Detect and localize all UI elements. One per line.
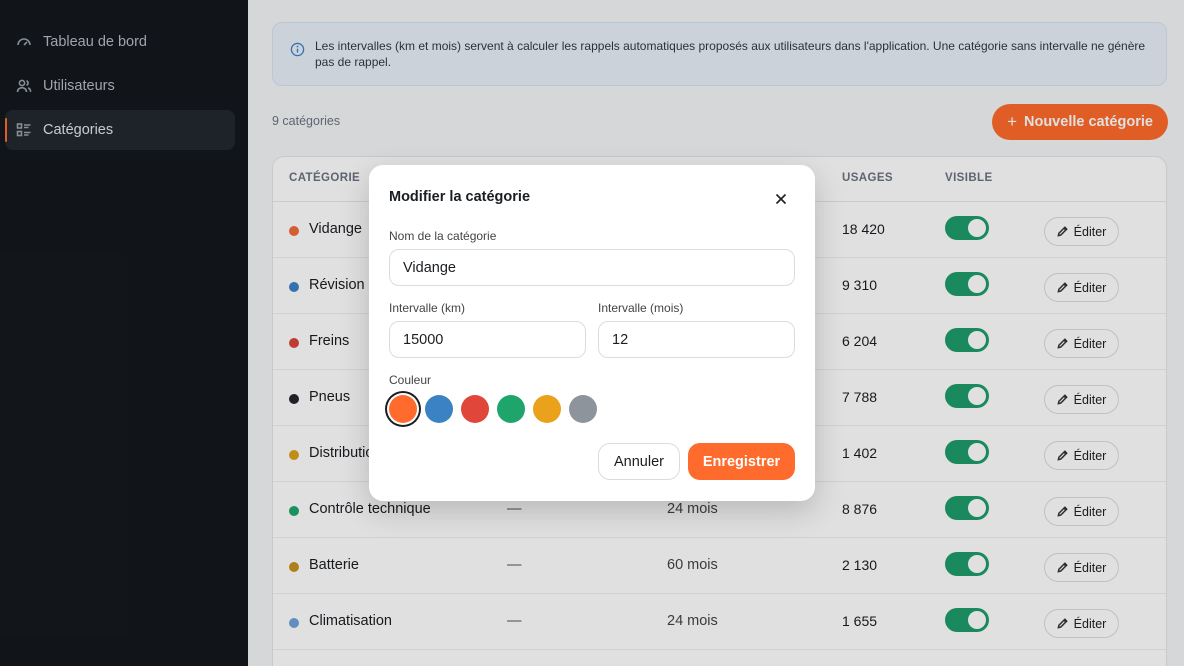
color-swatch[interactable]: [461, 395, 489, 423]
color-swatch[interactable]: [389, 395, 417, 423]
modal-title: Modifier la catégorie: [389, 189, 531, 205]
close-icon[interactable]: [773, 191, 789, 207]
mois-input[interactable]: 12: [598, 321, 795, 358]
cancel-button[interactable]: Annuler: [598, 443, 680, 480]
save-button[interactable]: Enregistrer: [688, 443, 795, 480]
km-label: Intervalle (km): [389, 301, 466, 315]
km-input[interactable]: 15000: [389, 321, 586, 358]
color-label: Couleur: [389, 373, 432, 387]
mois-label: Intervalle (mois): [598, 301, 684, 315]
name-label: Nom de la catégorie: [389, 229, 497, 243]
color-swatch[interactable]: [497, 395, 525, 423]
color-swatch[interactable]: [533, 395, 561, 423]
edit-category-modal: Modifier la catégorie Nom de la catégori…: [369, 165, 815, 501]
color-swatch[interactable]: [569, 395, 597, 423]
color-swatch[interactable]: [425, 395, 453, 423]
name-input[interactable]: Vidange: [389, 249, 795, 286]
